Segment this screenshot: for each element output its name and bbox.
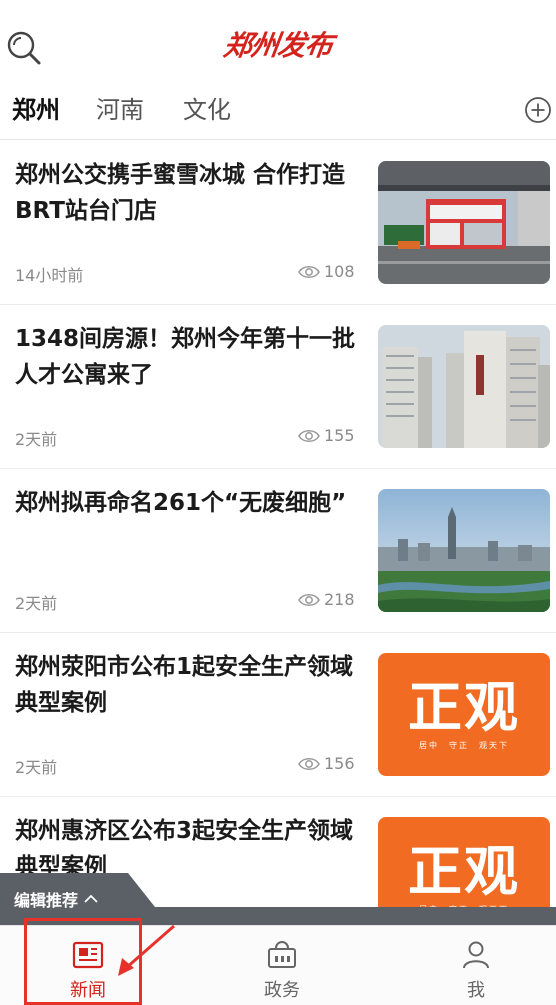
- news-title: 郑州荥阳市公布1起安全生产领域典型案例: [15, 654, 354, 716]
- photo-city-skyline: [378, 489, 550, 612]
- bottom-tab-bar: 新闻 政务 我: [0, 925, 556, 1005]
- government-icon: [268, 941, 296, 968]
- editor-pick-toggle[interactable]: 编辑推荐: [0, 873, 155, 925]
- user-icon: [463, 941, 489, 969]
- news-thumbnail: [378, 325, 550, 448]
- app-logo: 郑州发布: [220, 22, 336, 66]
- eye-icon: [298, 265, 320, 278]
- view-count-value: 156: [324, 754, 355, 773]
- news-item[interactable]: 郑州荥阳市公布1起安全生产领域典型案例 2天前 156 正观 居中 守正 观天下: [0, 633, 556, 797]
- channel-tabs: 郑州 河南 文化: [0, 84, 556, 140]
- app-header: 郑州发布: [0, 0, 556, 90]
- tab-government[interactable]: 政务: [222, 926, 342, 1005]
- view-count: 218: [298, 590, 355, 609]
- eye-icon: [298, 429, 320, 442]
- view-count: 155: [298, 426, 355, 445]
- tab-government-label: 政务: [264, 980, 300, 1001]
- view-count-value: 218: [324, 590, 355, 609]
- add-channel-button[interactable]: [524, 96, 552, 124]
- search-button[interactable]: [4, 28, 44, 68]
- plus-circle-icon: [525, 97, 551, 123]
- news-item[interactable]: 1348间房源！郑州今年第十一批人才公寓来了 2天前 155: [0, 305, 556, 469]
- view-count: 156: [298, 754, 355, 773]
- photo-brt-store: [378, 161, 550, 284]
- tab-news[interactable]: 新闻: [28, 926, 148, 1005]
- news-time: 2天前: [15, 758, 58, 777]
- view-count: 108: [298, 262, 355, 281]
- search-icon: [7, 31, 41, 65]
- logo-text: 郑州发布: [221, 29, 335, 62]
- news-title: 郑州公交携手蜜雪冰城 合作打造BRT站台门店: [15, 162, 346, 224]
- news-time: 2天前: [15, 594, 58, 613]
- zhengguan-slogan: 居中 守正 观天下: [419, 740, 509, 751]
- slogan-part: 守正: [449, 741, 469, 750]
- news-thumbnail: [378, 489, 550, 612]
- news-item[interactable]: 郑州公交携手蜜雪冰城 合作打造BRT站台门店 14小时前 108: [0, 141, 556, 305]
- view-count-value: 108: [324, 262, 355, 281]
- zhengguan-title: 正观: [408, 676, 520, 739]
- chevron-up-icon: [84, 894, 98, 903]
- news-title: 郑州拟再命名261个“无废细胞”: [15, 490, 347, 516]
- news-thumbnail: [378, 161, 550, 284]
- eye-icon: [298, 593, 320, 606]
- tab-culture[interactable]: 文化: [183, 94, 231, 126]
- news-title: 1348间房源！郑州今年第十一批人才公寓来了: [15, 326, 356, 388]
- tab-me-label: 我: [467, 980, 485, 1001]
- news-icon: [72, 941, 104, 969]
- tab-henan[interactable]: 河南: [96, 94, 144, 126]
- zhengguan-title: 正观: [408, 840, 520, 903]
- news-time: 2天前: [15, 430, 58, 449]
- zhengguan-logo: 正观 居中 守正 观天下: [378, 653, 550, 776]
- editor-pick-label-wrap: 编辑推荐: [14, 887, 98, 911]
- eye-icon: [298, 757, 320, 770]
- view-count-value: 155: [324, 426, 355, 445]
- slogan-part: 观天下: [479, 741, 509, 750]
- photo-apartments: [378, 325, 550, 448]
- slogan-part: 居中: [419, 741, 439, 750]
- tab-zhengzhou[interactable]: 郑州: [12, 94, 60, 126]
- editor-pick-label: 编辑推荐: [14, 891, 79, 910]
- tab-me[interactable]: 我: [416, 926, 536, 1005]
- news-time: 14小时前: [15, 266, 84, 285]
- tab-news-label: 新闻: [70, 980, 106, 1001]
- news-item[interactable]: 郑州拟再命名261个“无废细胞” 2天前 218: [0, 469, 556, 633]
